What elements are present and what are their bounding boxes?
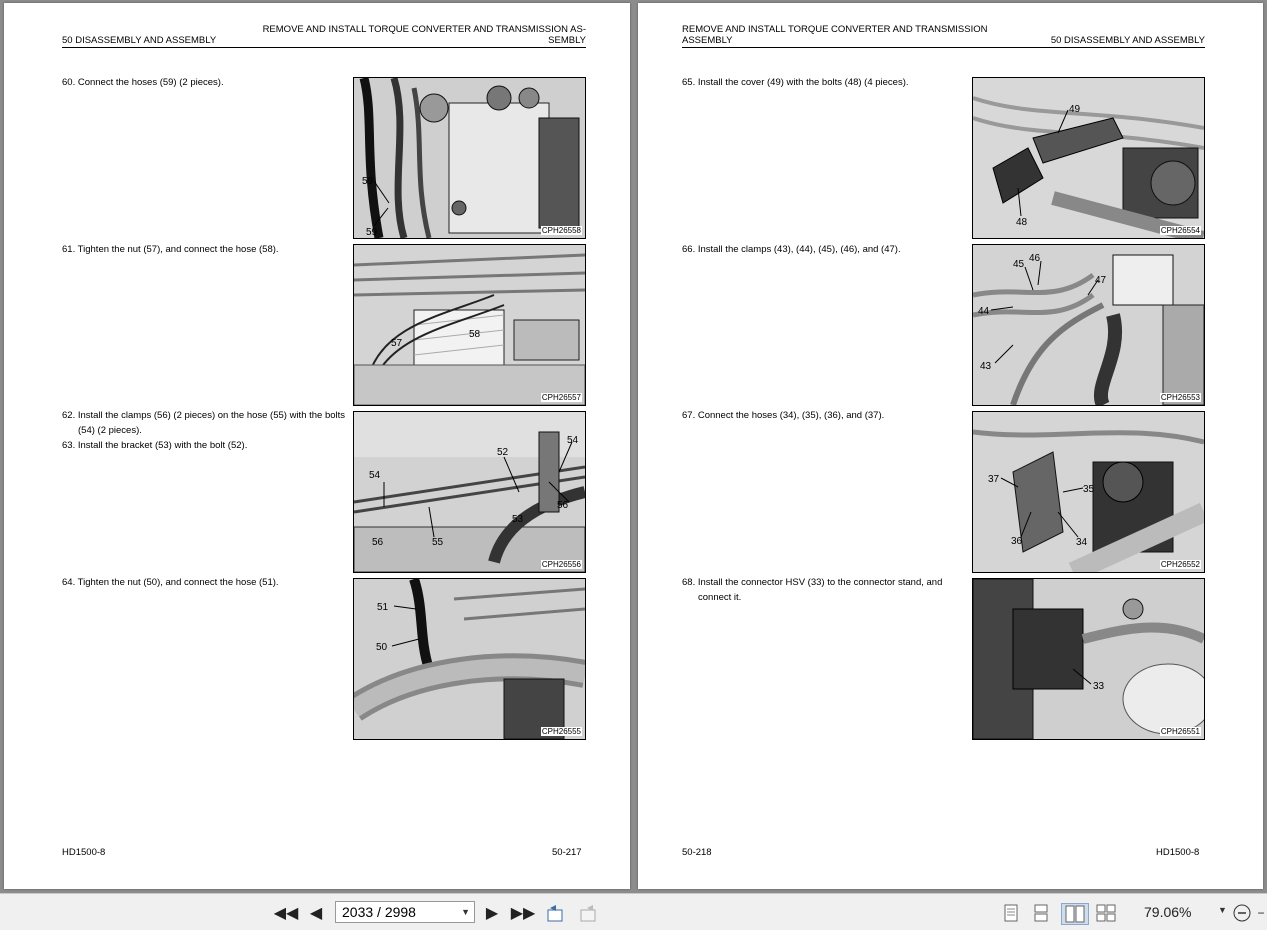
callout-48: 48 [1016,217,1028,228]
callout-45: 45 [1013,259,1025,270]
figure-code: CPH26557 [540,393,582,402]
footer-model: HD1500-8 [62,847,106,858]
page-header: 50 DISASSEMBLY AND ASSEMBLY REMOVE AND I… [62,24,586,48]
step-65: 65. Install the cover (49) with the bolt… [682,77,909,88]
figure-code: CPH26552 [1159,560,1201,569]
callout-56: 56 [372,537,384,548]
facing-icon[interactable] [1061,903,1089,925]
previous-view-icon[interactable] [545,903,567,923]
machinery-illustration: 37 35 36 34 [973,412,1204,572]
header-section-title: 50 DISASSEMBLY AND ASSEMBLY [62,35,217,46]
zoom-level[interactable]: 79.06% [1144,904,1191,920]
callout-50: 50 [376,642,388,653]
figure-cph26554: 49 48 CPH26554 [972,77,1205,239]
step-60: 60. Connect the hoses (59) (2 pieces). [62,77,224,88]
callout-34: 34 [1076,537,1088,548]
callout-37: 37 [988,474,1000,485]
page-50-218: REMOVE AND INSTALL TORQUE CONVERTER AND … [638,3,1263,889]
document-viewer[interactable]: 50 DISASSEMBLY AND ASSEMBLY REMOVE AND I… [0,0,1267,893]
continuous-facing-icon[interactable] [1095,903,1117,923]
callout-51: 51 [377,602,389,613]
machinery-illustration: 51 50 [354,579,585,739]
next-page-icon[interactable]: ▶ [483,903,501,923]
header-procedure-title: REMOVE AND INSTALL TORQUE CONVERTER AND … [262,24,586,46]
header-procedure-title: REMOVE AND INSTALL TORQUE CONVERTER AND … [682,24,988,46]
zoom-out-icon[interactable] [1232,903,1252,923]
header-section-title: 50 DISASSEMBLY AND ASSEMBLY [1050,35,1205,46]
figure-code: CPH26556 [540,560,582,569]
step-64: 64. Tighten the nut (50), and connect th… [62,577,279,588]
machinery-illustration: 52 54 54 56 53 56 55 [354,412,585,572]
callout-47: 47 [1095,275,1107,286]
callout-49: 49 [1069,104,1081,115]
step-68: 68. Install the connector HSV (33) to th… [682,577,943,603]
continuous-icon[interactable] [1030,903,1052,923]
figure-code: CPH26551 [1159,727,1201,736]
callout-55: 55 [432,537,444,548]
step-67: 67. Connect the hoses (34), (35), (36), … [682,410,885,421]
callout-44: 44 [978,306,990,317]
zoom-slider-icon[interactable]: − [1255,903,1267,923]
footer-page-number: 50-217 [552,847,582,858]
callout-54: 54 [567,435,579,446]
figure-code: CPH26553 [1159,393,1201,402]
last-page-icon[interactable]: ▶▶ [511,903,536,923]
callout-35: 35 [1083,484,1095,495]
first-page-icon[interactable]: ◀◀ [274,903,299,923]
figure-cph26552: 37 35 36 34 CPH26552 [972,411,1205,573]
navigation-toolbar: ◀◀ ◀ 2033 / 2998 ▼ ▶ ▶▶ 79.06% ▼ − [0,893,1267,930]
footer-page-number: 50-218 [682,847,712,858]
figure-cph26557: 58 57 CPH26557 [353,244,586,406]
chevron-down-icon[interactable]: ▼ [461,902,470,922]
step-62: 62. Install the clamps (56) (2 pieces) o… [62,408,348,453]
figure-cph26551: 33 CPH26551 [972,578,1205,740]
callout-53: 53 [512,514,524,525]
callout-46: 46 [1029,253,1041,264]
figure-code: CPH26554 [1159,226,1201,235]
single-page-icon[interactable] [1000,903,1022,923]
step-63: 63. Install the bracket (53) with the bo… [62,440,248,451]
callout-56: 56 [557,500,569,511]
chevron-down-icon[interactable]: ▼ [1218,905,1227,915]
machinery-illustration: 45 46 47 44 43 [973,245,1204,405]
figure-cph26558: 59 59 CPH26558 [353,77,586,239]
callout-36: 36 [1011,536,1023,547]
callout-58: 58 [469,329,481,340]
machinery-illustration: 33 [973,579,1204,739]
callout-43: 43 [980,361,992,372]
figure-cph26556: 52 54 54 56 53 56 55 CPH26556 [353,411,586,573]
step-66: 66. Install the clamps (43), (44), (45),… [682,244,901,255]
callout-57: 57 [391,338,403,349]
prev-page-icon[interactable]: ◀ [307,903,325,923]
footer-model: HD1500-8 [1156,847,1200,858]
callout-59: 59 [366,227,378,238]
machinery-illustration: 49 48 [973,78,1204,238]
machinery-illustration: 58 57 [354,245,585,405]
callout-33: 33 [1093,681,1105,692]
figure-code: CPH26558 [540,226,582,235]
figure-code: CPH26555 [540,727,582,736]
page-50-217: 50 DISASSEMBLY AND ASSEMBLY REMOVE AND I… [4,3,630,889]
figure-cph26553: 45 46 47 44 43 CPH26553 [972,244,1205,406]
step-61: 61. Tighten the nut (57), and connect th… [62,244,279,255]
next-view-icon[interactable] [578,903,600,923]
callout-54: 54 [369,470,381,481]
callout-52: 52 [497,447,509,458]
page-header: REMOVE AND INSTALL TORQUE CONVERTER AND … [682,24,1205,48]
machinery-illustration: 59 59 [354,78,585,238]
page-number-input[interactable]: 2033 / 2998 ▼ [335,901,475,923]
callout-59: 59 [362,176,374,187]
figure-cph26555: 51 50 CPH26555 [353,578,586,740]
